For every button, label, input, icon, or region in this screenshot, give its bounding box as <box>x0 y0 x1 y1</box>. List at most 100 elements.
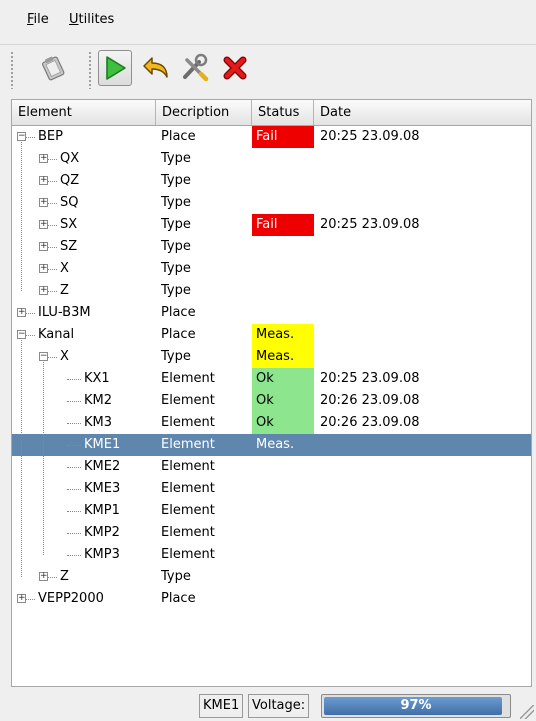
tree-branch-line <box>48 203 57 204</box>
collapse-icon[interactable]: − <box>17 330 26 339</box>
status-badge: Fail <box>252 214 314 236</box>
tree-row-kmp1-17[interactable]: KMP1 Element <box>12 500 531 522</box>
tree-row-ilu-b3m-8[interactable]: + ILU-B3M Place <box>12 302 531 324</box>
tree-row-kanal-9[interactable]: − Kanal Place Meas. <box>12 324 531 346</box>
element-name: X <box>60 349 69 364</box>
tree-branch-line <box>26 137 35 138</box>
tree-row-kmp2-18[interactable]: KMP2 Element <box>12 522 531 544</box>
toolbar-grip-2[interactable] <box>88 51 92 89</box>
tree-branch-line <box>48 291 57 292</box>
tree-row-kme3-16[interactable]: KME3 Element <box>12 478 531 500</box>
toolbar-grip[interactable] <box>10 51 14 89</box>
tree-branch-line <box>48 357 57 358</box>
undo-button[interactable] <box>140 50 174 86</box>
element-name: Kanal <box>38 327 75 342</box>
collapse-icon[interactable]: − <box>17 132 26 141</box>
tree-connector-line <box>43 362 44 555</box>
tree-row-km2-12[interactable]: KM2 Element Ok 20:26 23.09.08 <box>12 390 531 412</box>
status-badge <box>252 478 314 500</box>
clipboard-button[interactable] <box>36 50 70 86</box>
expand-icon[interactable]: + <box>39 176 48 185</box>
expand-icon[interactable]: + <box>39 242 48 251</box>
status-badge: Meas. <box>256 437 295 452</box>
element-description: Element <box>161 503 215 518</box>
status-badge <box>252 500 314 522</box>
element-description: Place <box>161 327 196 342</box>
menu-file-label: ile <box>33 12 49 27</box>
element-description: Type <box>161 151 191 166</box>
voltage-progress-bar: 97% <box>321 694 511 718</box>
tree-branch-line <box>48 159 57 160</box>
tree-row-km3-13[interactable]: KM3 Element Ok 20:26 23.09.08 <box>12 412 531 434</box>
progress-text: 97% <box>400 698 432 713</box>
column-header-element[interactable]: Element <box>12 100 156 125</box>
element-description: Type <box>161 239 191 254</box>
tree-row-sx-4[interactable]: + SX Type Fail 20:25 23.09.08 <box>12 214 531 236</box>
tree-row-z-20[interactable]: + Z Type <box>12 566 531 588</box>
status-badge: Ok <box>252 368 314 390</box>
element-tree[interactable]: Element Decription Status Date − BEP Place… <box>11 99 532 687</box>
menu-utilites-label: tilites <box>78 12 115 27</box>
element-description: Element <box>161 459 215 474</box>
tree-row-sz-5[interactable]: + SZ Type <box>12 236 531 258</box>
expand-icon[interactable]: + <box>39 572 48 581</box>
column-header-status[interactable]: Status <box>252 100 314 125</box>
tree-row-vepp2000-21[interactable]: + VEPP2000 Place <box>12 588 531 610</box>
status-badge <box>252 588 314 610</box>
tree-row-z-7[interactable]: + Z Type <box>12 280 531 302</box>
tree-branch-line <box>26 599 35 600</box>
tree-row-qz-2[interactable]: + QZ Type <box>12 170 531 192</box>
run-button[interactable] <box>98 50 132 86</box>
menu-utilites-mnemonic: U <box>69 12 79 27</box>
column-header-date[interactable]: Date <box>314 100 531 125</box>
expand-icon[interactable]: + <box>17 594 26 603</box>
collapse-icon[interactable]: − <box>39 352 48 361</box>
expand-icon[interactable]: + <box>39 286 48 295</box>
tree-branch-line <box>67 401 81 402</box>
status-badge <box>252 544 314 566</box>
tree-row-kme2-15[interactable]: KME2 Element <box>12 456 531 478</box>
measurement-date: 20:25 23.09.08 <box>320 217 420 232</box>
tree-row-sq-3[interactable]: + SQ Type <box>12 192 531 214</box>
tree-branch-line <box>48 225 57 226</box>
expand-icon[interactable]: + <box>39 198 48 207</box>
current-element-label: KME1 <box>199 694 244 718</box>
tree-row-kx1-11[interactable]: KX1 Element Ok 20:25 23.09.08 <box>12 368 531 390</box>
status-badge <box>252 236 314 258</box>
element-description: Element <box>161 415 215 430</box>
element-name: SQ <box>60 195 79 210</box>
expand-icon[interactable]: + <box>17 308 26 317</box>
expand-icon[interactable]: + <box>39 154 48 163</box>
tree-row-kme1-14[interactable]: KME1 Element Meas. <box>12 434 531 456</box>
tree-branch-line <box>67 533 81 534</box>
menu-file[interactable]: File <box>27 12 49 27</box>
expand-icon[interactable]: + <box>39 220 48 229</box>
tree-branch-line <box>67 379 81 380</box>
element-name: KM3 <box>84 415 113 430</box>
close-button[interactable] <box>218 50 252 86</box>
measurement-date: 20:25 23.09.08 <box>320 129 420 144</box>
element-name: KMP1 <box>84 503 120 518</box>
tree-branch-line <box>67 445 81 446</box>
measurement-date: 20:25 23.09.08 <box>320 371 420 386</box>
element-name: VEPP2000 <box>38 591 104 606</box>
menu-utilites[interactable]: Utilites <box>69 12 114 27</box>
tree-connector-line <box>21 340 22 577</box>
status-badge <box>252 456 314 478</box>
element-description: Type <box>161 349 191 364</box>
tree-row-kmp3-19[interactable]: KMP3 Element <box>12 544 531 566</box>
status-badge <box>252 566 314 588</box>
tree-row-x-6[interactable]: + X Type <box>12 258 531 280</box>
expand-icon[interactable]: + <box>39 264 48 273</box>
tree-branch-line <box>48 181 57 182</box>
tree-row-qx-1[interactable]: + QX Type <box>12 148 531 170</box>
tree-row-bep-0[interactable]: − BEP Place Fail 20:25 23.09.08 <box>12 126 531 148</box>
element-description: Type <box>161 217 191 232</box>
column-header-description[interactable]: Decription <box>156 100 252 125</box>
status-badge <box>252 170 314 192</box>
tree-row-x-10[interactable]: − X Type Meas. <box>12 346 531 368</box>
tree-branch-line <box>67 511 81 512</box>
size-grip[interactable] <box>520 705 534 719</box>
element-description: Element <box>161 525 215 540</box>
tools-button[interactable] <box>178 50 212 86</box>
